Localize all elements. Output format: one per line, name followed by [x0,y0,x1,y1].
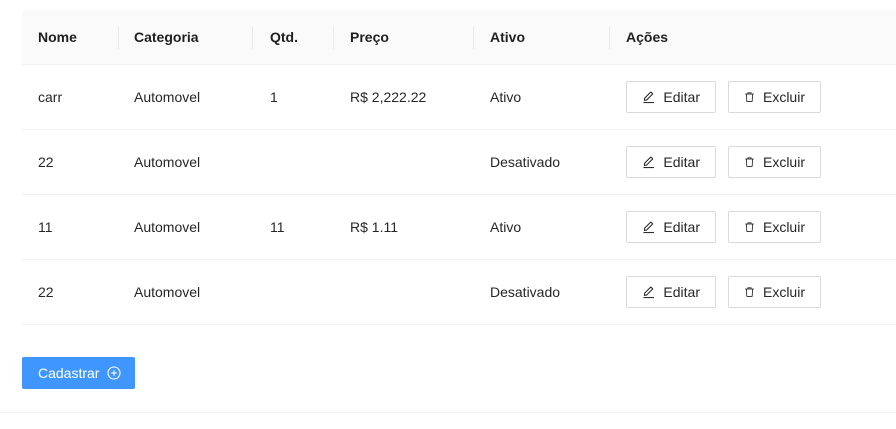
edit-button[interactable]: Editar [626,276,716,308]
delete-button-label: Excluir [762,154,805,170]
header-separator [252,27,253,49]
header-separator [333,27,334,49]
delete-button-label: Excluir [762,284,805,300]
cell-categoria: Automovel [134,154,201,170]
cell-acoes: Editar Excluir [626,260,821,324]
table-row: 22 Automovel Desativado Editar Excluir [22,130,896,195]
edit-icon [643,91,654,104]
cell-ativo: Ativo [490,89,522,105]
cell-acoes: Editar Excluir [626,195,821,259]
cell-nome: 22 [38,284,54,300]
table-row: 11 Automovel 11 R$ 1.11 Ativo Editar Exc… [22,195,896,260]
register-button[interactable]: Cadastrar [22,357,135,389]
header-separator [609,27,610,49]
header-acoes: Ações [626,29,669,45]
table-row: 22 Automovel Desativado Editar Excluir [22,260,896,325]
header-ativo: Ativo [490,29,525,45]
plus-circle-icon [107,366,122,380]
delete-button[interactable]: Excluir [728,276,821,308]
table-body: carr Automovel 1 R$ 2,222.22 Ativo Edita… [22,65,896,325]
register-button-label: Cadastrar [38,365,100,381]
header-categoria: Categoria [134,29,199,45]
trash-icon [745,222,754,232]
cell-ativo: Desativado [490,154,561,170]
edit-button[interactable]: Editar [626,81,716,113]
edit-button[interactable]: Editar [626,146,716,178]
cell-acoes: Editar Excluir [626,65,821,129]
header-nome: Nome [38,29,77,45]
table-header: Nome Categoria Qtd. Preço Ativo Ações [22,10,896,65]
delete-button-label: Excluir [762,219,805,235]
header-qtd: Qtd. [270,29,298,45]
edit-icon [643,221,654,234]
header-separator [473,27,474,49]
delete-button-label: Excluir [762,89,805,105]
header-preco: Preço [350,29,389,45]
cell-ativo: Desativado [490,284,561,300]
cell-categoria: Automovel [134,284,201,300]
trash-icon [745,157,754,167]
delete-button[interactable]: Excluir [728,211,821,243]
cell-preco: R$ 1.11 [350,219,398,235]
cell-qtd: 11 [270,219,285,235]
edit-button-label: Editar [663,219,700,235]
products-table: Nome Categoria Qtd. Preço Ativo Ações ca… [22,10,896,325]
delete-button[interactable]: Excluir [728,81,821,113]
cell-preco: R$ 2,222.22 [350,89,427,105]
edit-button-label: Editar [663,284,700,300]
edit-icon [643,286,654,299]
edit-button-label: Editar [663,154,700,170]
table-row: carr Automovel 1 R$ 2,222.22 Ativo Edita… [22,65,896,130]
edit-icon [643,156,654,169]
cell-categoria: Automovel [134,89,201,105]
cell-nome: carr [38,89,63,105]
cell-qtd: 1 [270,89,278,105]
cell-nome: 11 [38,219,53,235]
trash-icon [745,92,754,102]
divider [0,412,896,413]
cell-nome: 22 [38,154,54,170]
trash-icon [745,287,754,297]
delete-button[interactable]: Excluir [728,146,821,178]
cell-acoes: Editar Excluir [626,130,821,194]
header-separator [118,27,119,49]
cell-categoria: Automovel [134,219,201,235]
edit-button[interactable]: Editar [626,211,716,243]
edit-button-label: Editar [663,89,700,105]
cell-ativo: Ativo [490,219,522,235]
